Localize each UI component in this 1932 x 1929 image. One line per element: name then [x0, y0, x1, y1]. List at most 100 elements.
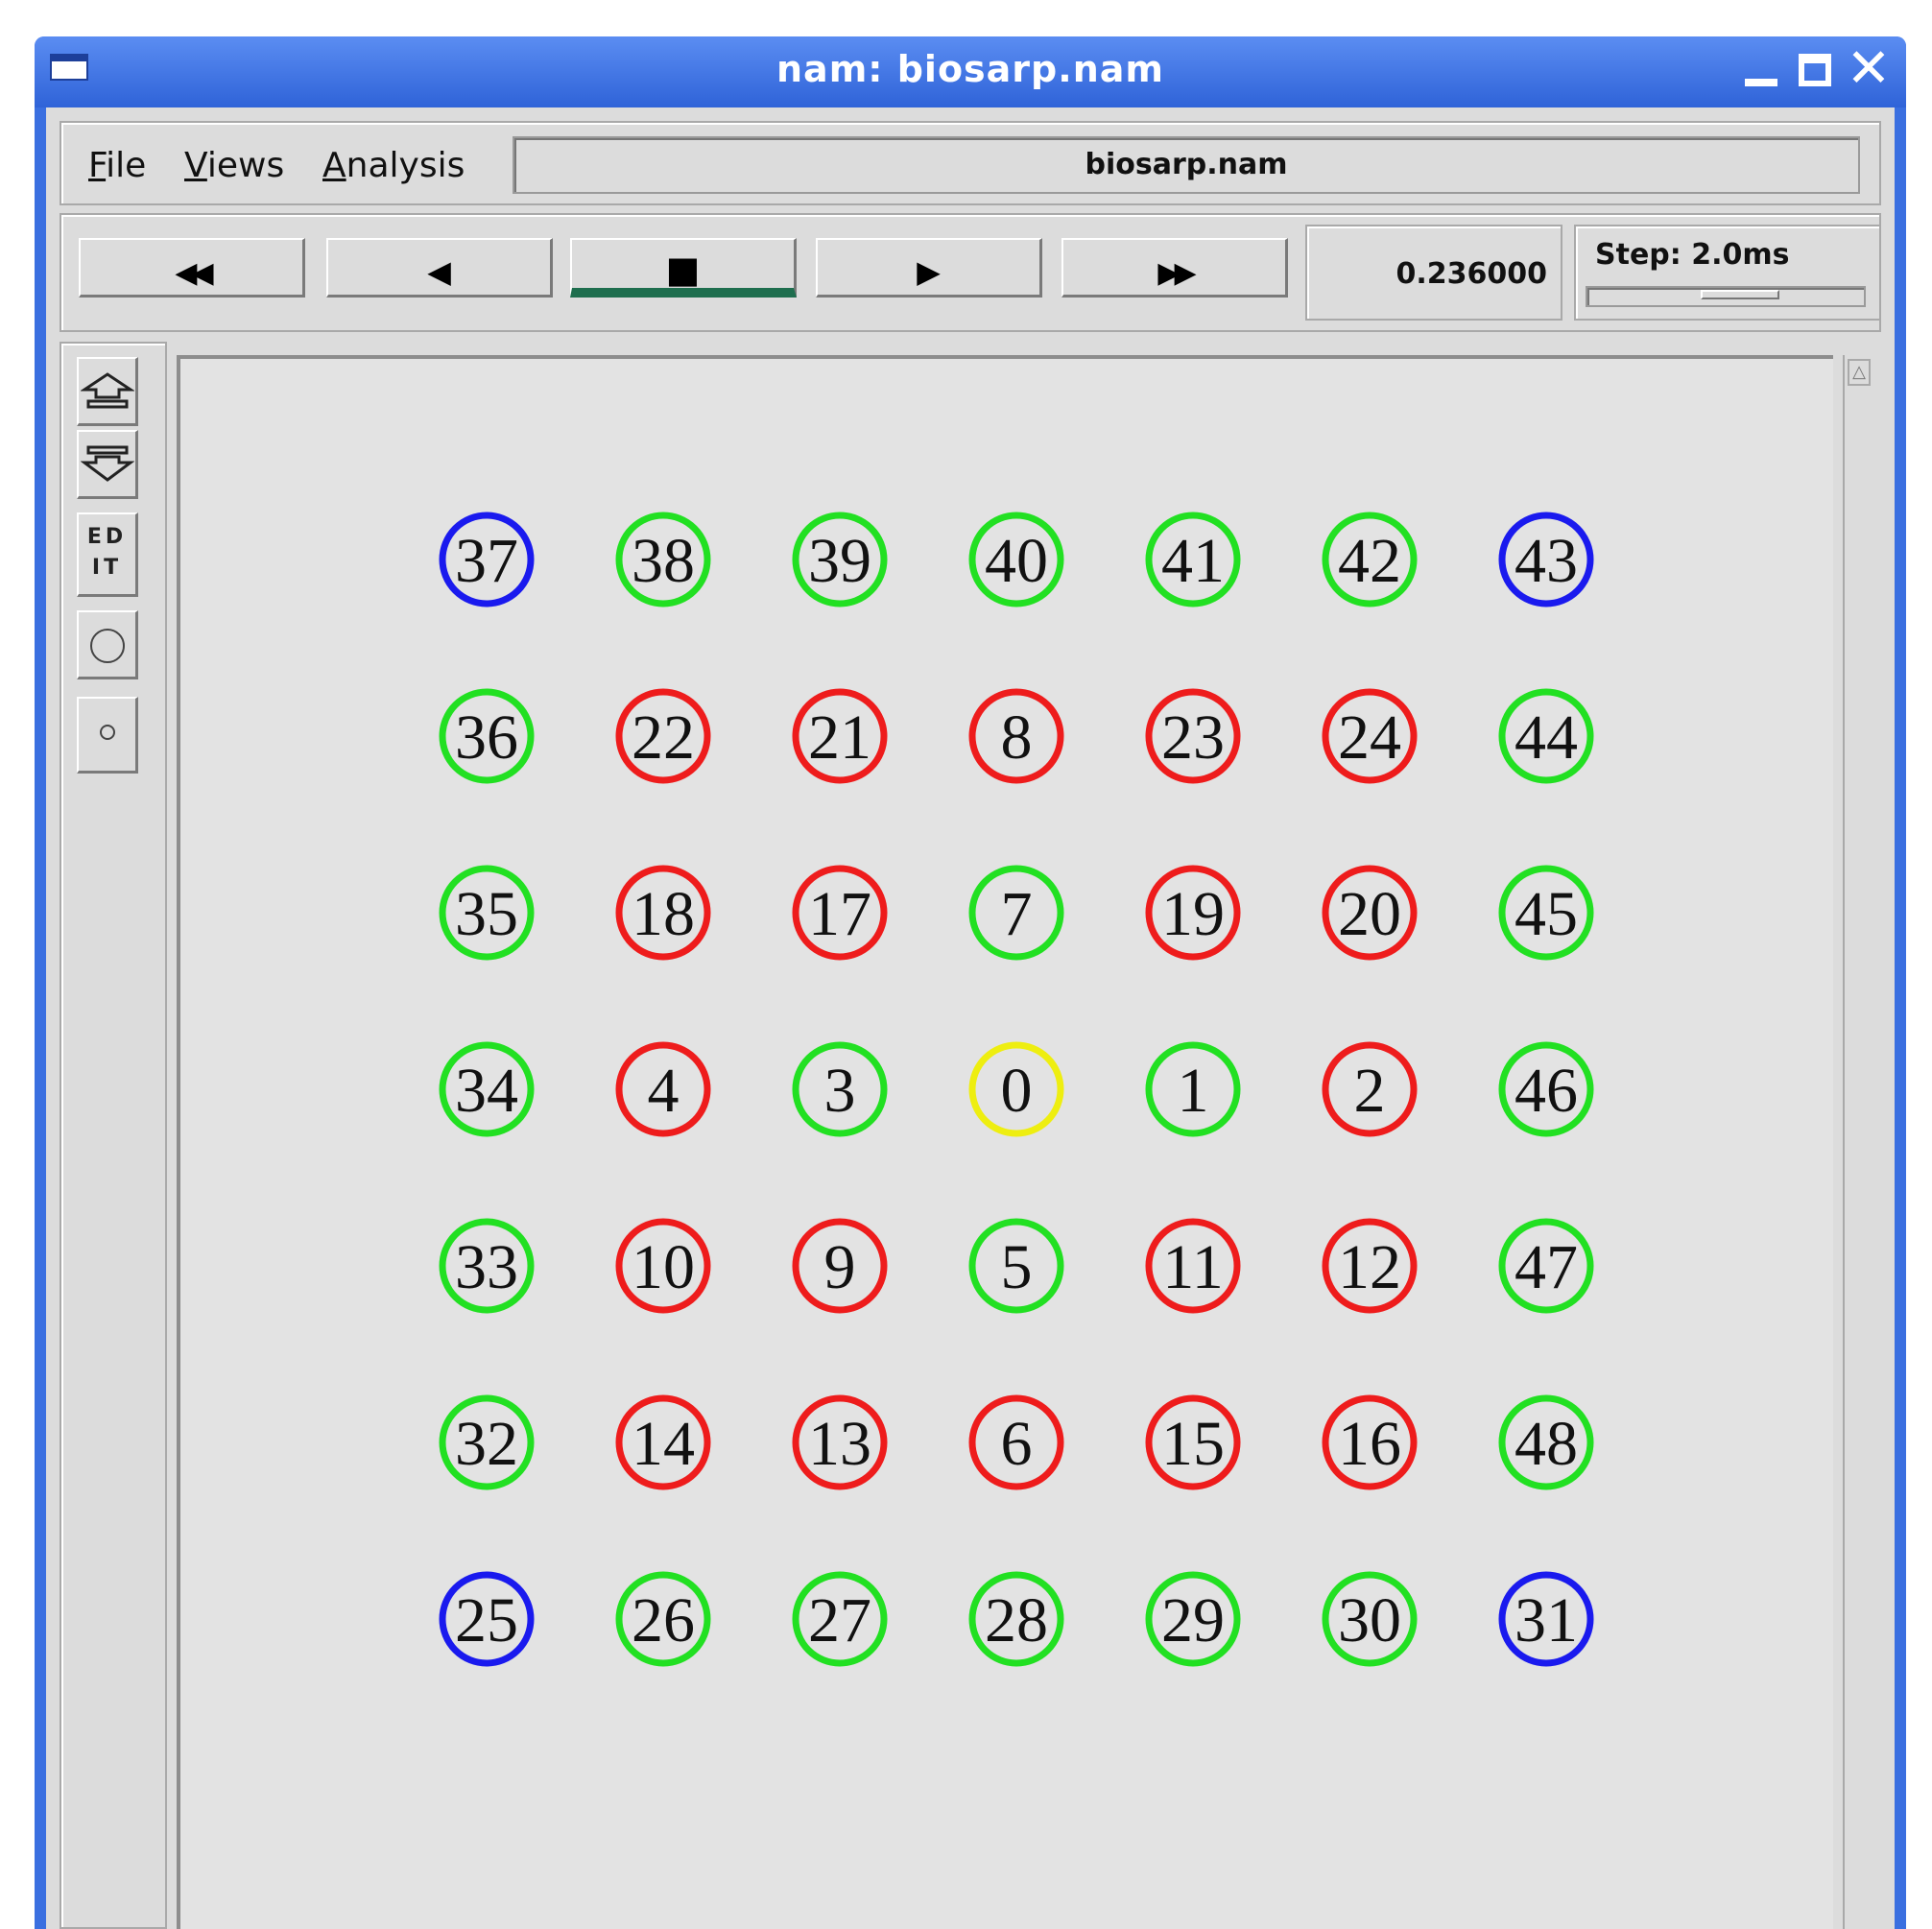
node-label: 21 [808, 703, 871, 773]
node-7[interactable]: 7 [968, 865, 1064, 961]
menu-file-mnemonic: F [88, 146, 107, 185]
node-14[interactable]: 14 [615, 1394, 711, 1490]
node-label: 12 [1338, 1232, 1401, 1302]
node-36[interactable]: 36 [439, 688, 535, 784]
close-button[interactable]: ✕ [1845, 42, 1893, 96]
node-41[interactable]: 41 [1145, 512, 1241, 607]
node-16[interactable]: 16 [1322, 1394, 1418, 1490]
zoom-out-button[interactable] [77, 430, 138, 499]
menu-analysis[interactable]: Analysis [322, 146, 465, 185]
network-canvas[interactable]: 37 38 39 40 41 42 43 36 22 21 8 23 24 44 35 18 17 7 19 20 45… [177, 355, 1833, 1929]
node-17[interactable]: 17 [792, 865, 888, 961]
node-32[interactable]: 32 [439, 1394, 535, 1490]
node-45[interactable]: 45 [1498, 865, 1594, 961]
node-9[interactable]: 9 [792, 1218, 888, 1314]
filename-display: biosarp.nam [513, 136, 1860, 194]
node-label: 13 [808, 1409, 871, 1479]
node-11[interactable]: 11 [1145, 1218, 1241, 1314]
fast-forward-button[interactable]: ▶▶ [1061, 238, 1288, 298]
node-24[interactable]: 24 [1322, 688, 1418, 784]
node-43[interactable]: 43 [1498, 512, 1594, 607]
node-31[interactable]: 31 [1498, 1571, 1594, 1667]
node-40[interactable]: 40 [968, 512, 1064, 607]
node-42[interactable]: 42 [1322, 512, 1418, 607]
menu-views[interactable]: Views [184, 146, 284, 185]
node-label: 0 [1001, 1056, 1033, 1126]
node-label: 1 [1178, 1056, 1209, 1126]
vertical-scrollbar[interactable]: △ [1843, 355, 1873, 1929]
node-19[interactable]: 19 [1145, 865, 1241, 961]
node-39[interactable]: 39 [792, 512, 888, 607]
play-button[interactable]: ▶ [816, 238, 1042, 298]
node-label: 24 [1338, 703, 1401, 773]
node-0[interactable]: 0 [968, 1041, 1064, 1137]
node-21[interactable]: 21 [792, 688, 888, 784]
stop-button[interactable]: ■ [570, 238, 797, 298]
node-10[interactable]: 10 [615, 1218, 711, 1314]
node-2[interactable]: 2 [1322, 1041, 1418, 1137]
node-48[interactable]: 48 [1498, 1394, 1594, 1490]
minimize-button[interactable] [1737, 46, 1785, 94]
edit-button[interactable]: ED IT [77, 512, 138, 597]
step-back-button[interactable]: ◀ [326, 238, 553, 298]
node-33[interactable]: 33 [439, 1218, 535, 1314]
node-label: 5 [1001, 1232, 1033, 1302]
node-label: 42 [1338, 526, 1401, 596]
node-label: 22 [632, 703, 695, 773]
node-4[interactable]: 4 [615, 1041, 711, 1137]
node-28[interactable]: 28 [968, 1571, 1064, 1667]
node-1[interactable]: 1 [1145, 1041, 1241, 1137]
node-label: 40 [985, 526, 1048, 596]
node-label: 33 [455, 1232, 518, 1302]
node-38[interactable]: 38 [615, 512, 711, 607]
menu-views-label: iews [206, 146, 285, 185]
node-29[interactable]: 29 [1145, 1571, 1241, 1667]
node-15[interactable]: 15 [1145, 1394, 1241, 1490]
step-control: Step: 2.0ms [1574, 225, 1881, 321]
node-34[interactable]: 34 [439, 1041, 535, 1137]
node-47[interactable]: 47 [1498, 1218, 1594, 1314]
zoom-out-icon [80, 445, 134, 482]
node-label: 31 [1515, 1585, 1578, 1655]
node-35[interactable]: 35 [439, 865, 535, 961]
node-label: 6 [1001, 1409, 1033, 1479]
fast-forward-icon: ▶▶ [1157, 256, 1196, 290]
node-26[interactable]: 26 [615, 1571, 711, 1667]
step-slider-thumb[interactable] [1701, 290, 1779, 299]
node-tool-button[interactable] [77, 610, 138, 679]
rewind-button[interactable]: ◀◀ [79, 238, 305, 298]
node-8[interactable]: 8 [968, 688, 1064, 784]
node-6[interactable]: 6 [968, 1394, 1064, 1490]
node-22[interactable]: 22 [615, 688, 711, 784]
menu-file-label: ile [106, 146, 147, 185]
step-slider[interactable] [1586, 286, 1866, 307]
tool-sidebar: ED IT [60, 342, 167, 1929]
node-label: 9 [824, 1232, 856, 1302]
title-bar[interactable]: nam: biosarp.nam ✕ [35, 36, 1906, 107]
node-3[interactable]: 3 [792, 1041, 888, 1137]
node-label: 15 [1161, 1409, 1225, 1479]
node-label: 23 [1161, 703, 1225, 773]
scroll-up-icon[interactable]: △ [1848, 359, 1871, 386]
node-12[interactable]: 12 [1322, 1218, 1418, 1314]
node-20[interactable]: 20 [1322, 865, 1418, 961]
node-label: 46 [1515, 1056, 1578, 1126]
node-23[interactable]: 23 [1145, 688, 1241, 784]
small-node-tool-button[interactable] [77, 697, 138, 774]
node-13[interactable]: 13 [792, 1394, 888, 1490]
node-25[interactable]: 25 [439, 1571, 535, 1667]
node-46[interactable]: 46 [1498, 1041, 1594, 1137]
small-circle-icon [99, 725, 115, 740]
maximize-button[interactable] [1791, 46, 1839, 94]
zoom-in-button[interactable] [77, 357, 138, 426]
node-label: 30 [1338, 1585, 1401, 1655]
node-27[interactable]: 27 [792, 1571, 888, 1667]
node-37[interactable]: 37 [439, 512, 535, 607]
node-30[interactable]: 30 [1322, 1571, 1418, 1667]
node-18[interactable]: 18 [615, 865, 711, 961]
node-label: 44 [1515, 703, 1578, 773]
node-5[interactable]: 5 [968, 1218, 1064, 1314]
menu-file[interactable]: File [88, 146, 146, 185]
node-44[interactable]: 44 [1498, 688, 1594, 784]
nam-window: nam: biosarp.nam ✕ File Views Analysis b… [35, 36, 1906, 1929]
